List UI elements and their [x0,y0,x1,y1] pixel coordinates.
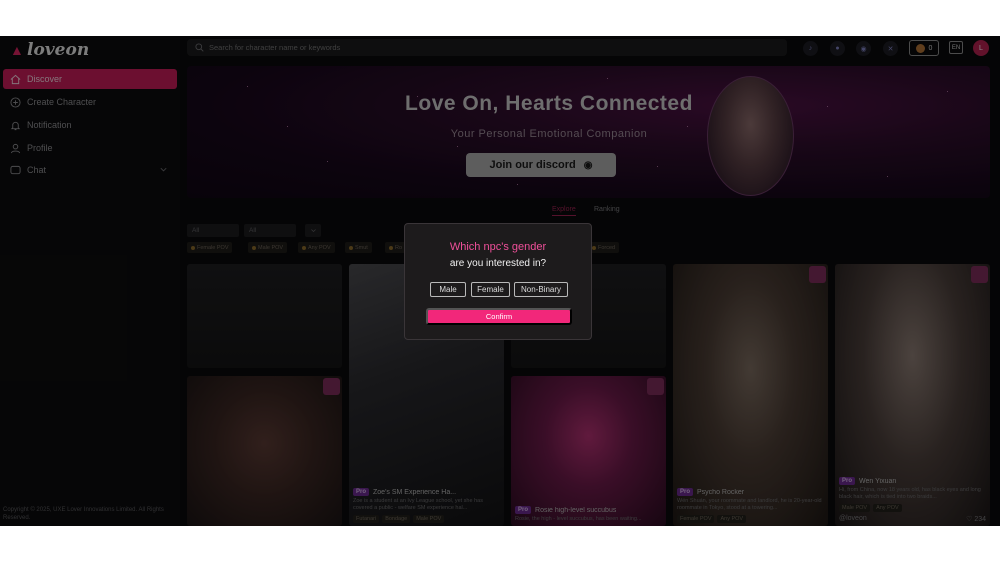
dialog-title: Which npc's gender [449,241,547,253]
app-window: ▲ loveon Discover Create Character Notif… [0,36,1000,526]
option-female-button[interactable]: Female [471,282,510,297]
gender-preference-dialog: Which npc's gender are you interested in… [404,223,592,340]
dialog-subtitle: are you interested in? [449,258,547,269]
confirm-button[interactable]: Confirm [426,308,572,325]
option-male-button[interactable]: Male [430,282,466,297]
option-non-binary-button[interactable]: Non-Binary [514,282,568,297]
